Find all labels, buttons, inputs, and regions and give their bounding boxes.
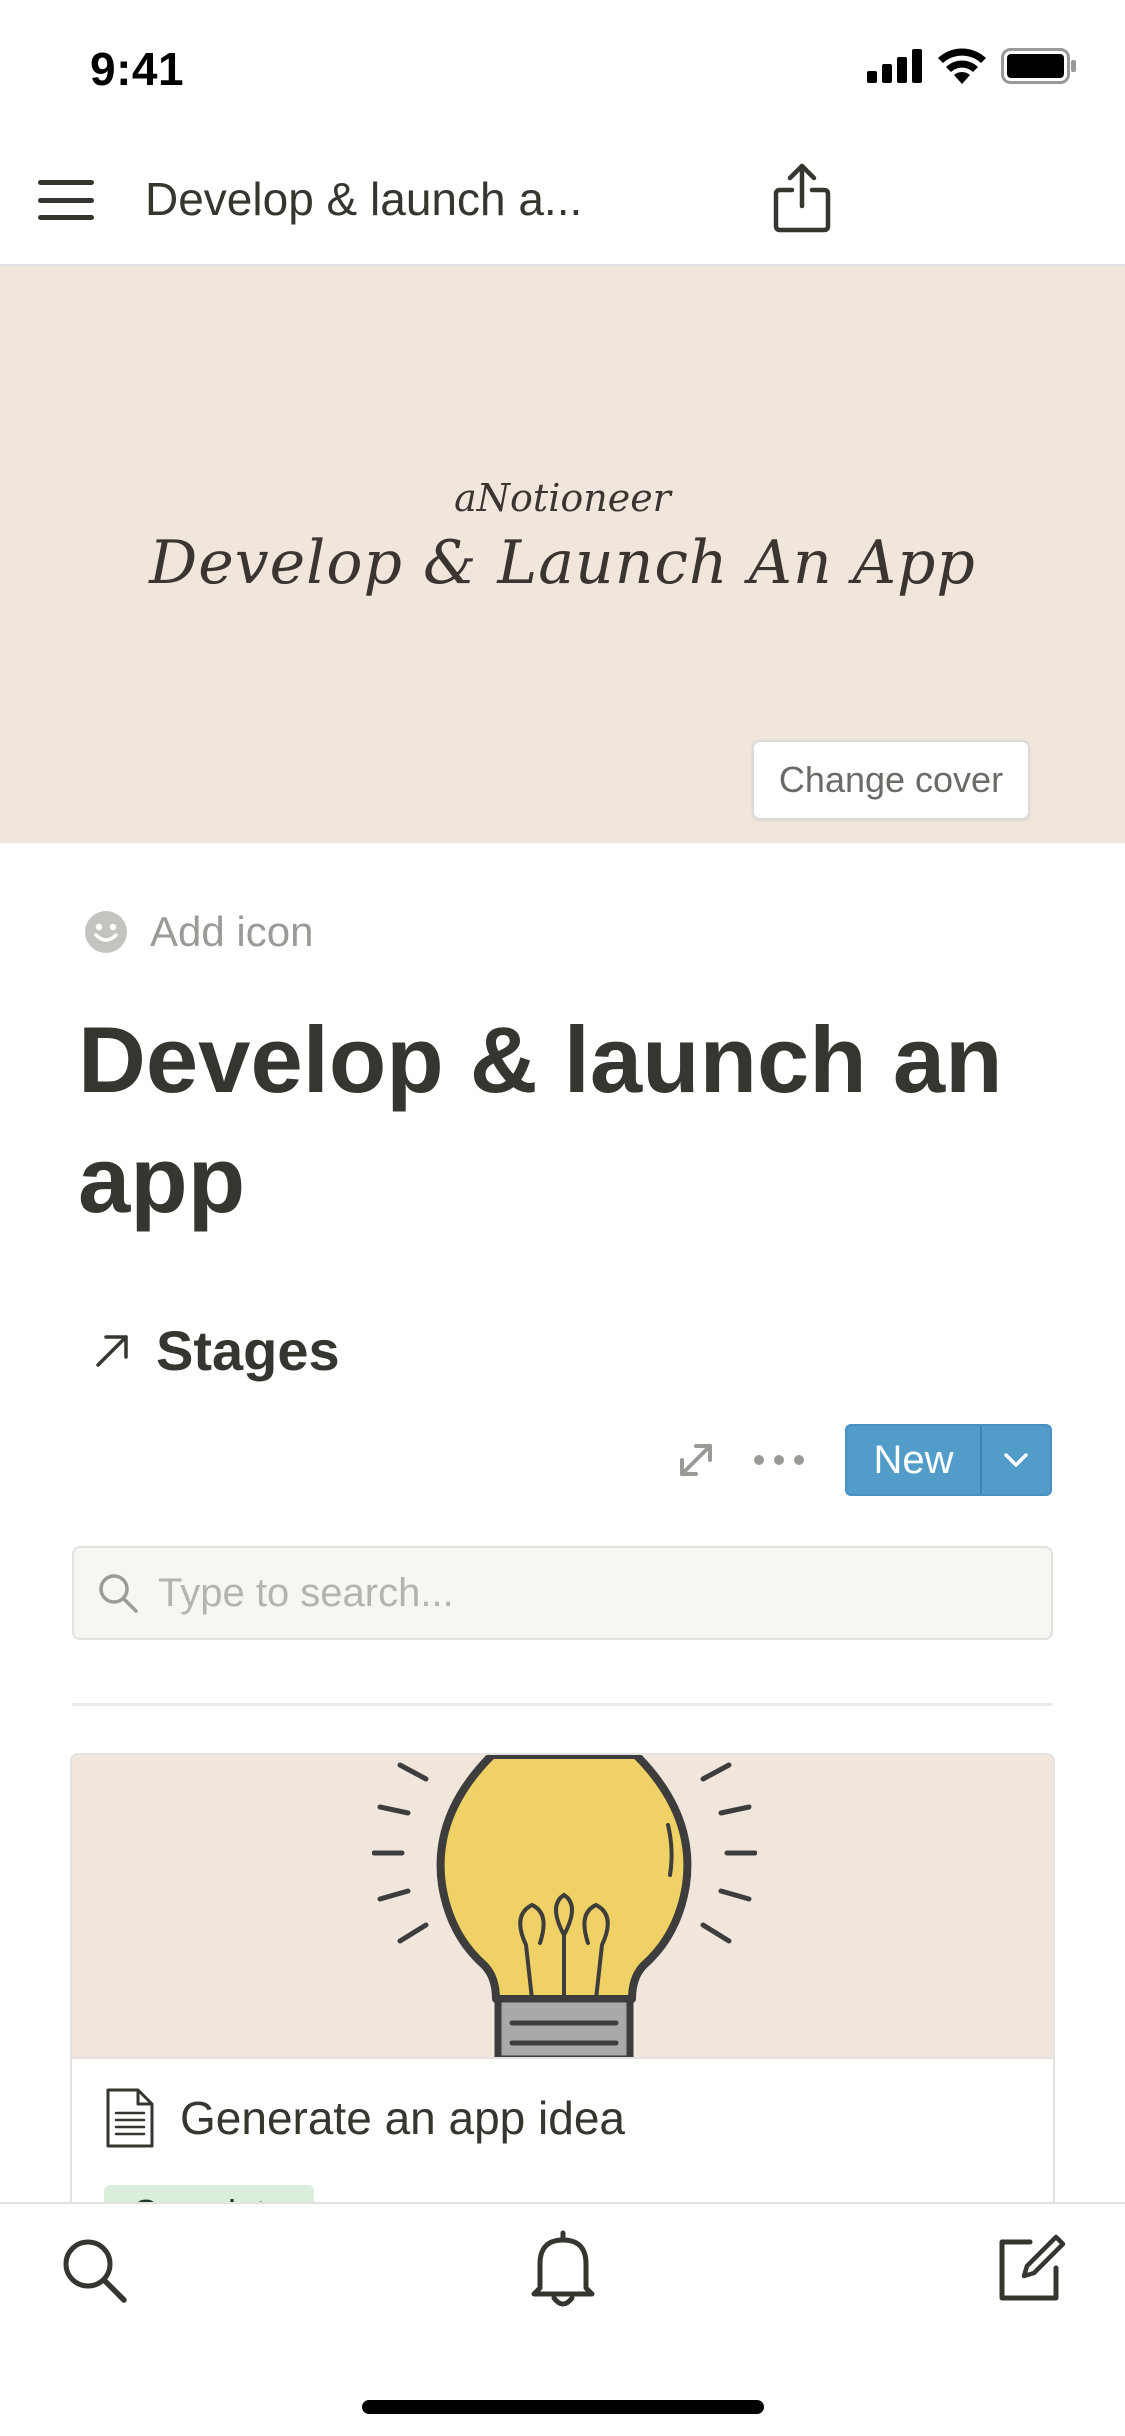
top-nav: Develop & launch a... — [0, 134, 1125, 266]
add-icon-label: Add icon — [150, 908, 314, 955]
nav-page-title[interactable]: Develop & launch a... — [145, 172, 582, 226]
more-options-icon[interactable] — [754, 1442, 804, 1478]
status-time: 9:41 — [90, 43, 185, 95]
page-title[interactable]: Develop & launch an app — [78, 1000, 1078, 1240]
wifi-icon — [938, 48, 986, 84]
search-icon[interactable] — [58, 2234, 130, 2306]
change-cover-button[interactable]: Change cover — [752, 740, 1030, 820]
cellular-icon — [867, 49, 922, 83]
bell-icon[interactable] — [528, 2230, 598, 2308]
status-icons — [867, 48, 1077, 84]
page-icon — [106, 2088, 154, 2148]
gallery-card[interactable]: Generate an app idea Complete — [70, 1753, 1055, 2213]
expand-icon[interactable] — [674, 1438, 718, 1482]
new-button-label[interactable]: New — [847, 1426, 980, 1494]
smiley-icon — [85, 911, 127, 953]
home-indicator — [362, 2400, 764, 2414]
search-icon — [99, 1574, 138, 1613]
status-bar: 9:41 — [0, 0, 1125, 134]
card-title: Generate an app idea — [180, 2092, 626, 2144]
page-cover: aNotioneer Develop & Launch An App Chang… — [0, 266, 1125, 843]
search-input[interactable]: Type to search... — [72, 1546, 1053, 1640]
hamburger-icon[interactable] — [38, 172, 94, 228]
card-cover — [72, 1755, 1053, 2059]
share-icon[interactable] — [770, 162, 834, 234]
linked-database-title: Stages — [156, 1319, 340, 1382]
cover-title: Develop & Launch An App — [149, 528, 976, 598]
cover-brand: aNotioneer — [454, 476, 671, 520]
card-title-row: Generate an app idea — [104, 2087, 625, 2149]
search-placeholder: Type to search... — [158, 1570, 454, 1615]
divider — [72, 1703, 1053, 1706]
new-dropdown-button[interactable] — [982, 1426, 1050, 1494]
battery-icon — [1001, 48, 1076, 84]
add-icon-button[interactable]: Add icon — [84, 908, 313, 956]
chevron-down-icon — [1004, 1453, 1028, 1467]
linked-database-link[interactable]: Stages — [92, 1318, 340, 1383]
new-button[interactable]: New — [845, 1424, 1052, 1496]
bottom-tab-bar — [0, 2202, 1125, 2436]
compose-icon[interactable] — [994, 2232, 1066, 2304]
arrow-up-right-icon — [96, 1334, 128, 1367]
lightbulb-icon — [372, 1755, 757, 2057]
